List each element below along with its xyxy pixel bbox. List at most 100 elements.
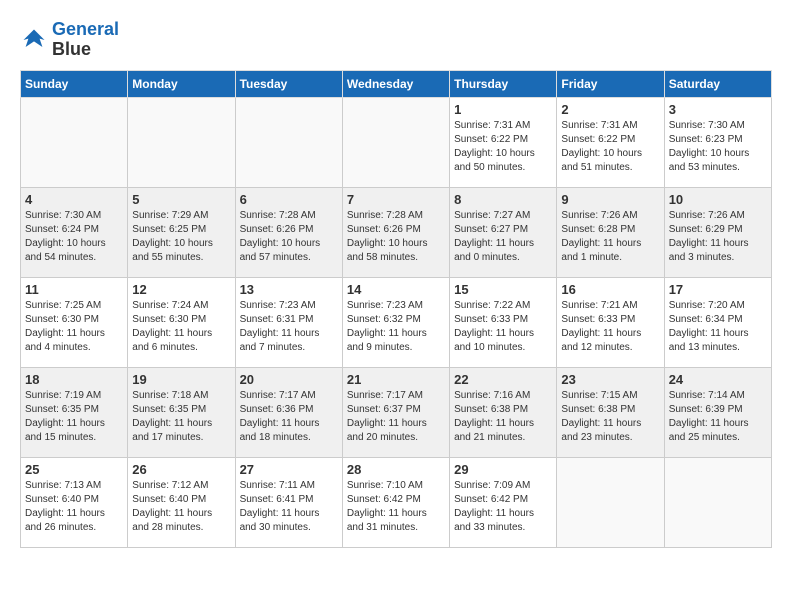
calendar-cell: 9 Sunrise: 7:26 AM Sunset: 6:28 PM Daylig… bbox=[557, 187, 664, 277]
calendar-week-row: 1Sunrise: 7:31 AM Sunset: 6:22 PM Daylig… bbox=[21, 97, 772, 187]
day-number: 11 bbox=[25, 282, 123, 297]
calendar-cell: 19 Sunrise: 7:18 AM Sunset: 6:35 PM Dayli… bbox=[128, 367, 235, 457]
calendar-cell: 8 Sunrise: 7:27 AM Sunset: 6:27 PM Daylig… bbox=[450, 187, 557, 277]
calendar-cell: 16Sunrise: 7:21 AM Sunset: 6:33 PM Dayli… bbox=[557, 277, 664, 367]
day-info: Sunrise: 7:29 AM Sunset: 6:25 PM Dayligh… bbox=[132, 209, 230, 265]
day-info: Sunrise: 7:21 AM Sunset: 6:33 PM Dayligh… bbox=[561, 299, 659, 355]
day-info: Sunrise: 7:11 AM Sunset: 6:41 PM Dayligh… bbox=[240, 479, 338, 535]
calendar-header-sunday: Sunday bbox=[21, 70, 128, 97]
day-info: Sunrise: 7:16 AM Sunset: 6:38 PM Dayligh… bbox=[454, 389, 552, 445]
calendar-cell: 20 Sunrise: 7:17 AM Sunset: 6:36 PM Dayli… bbox=[235, 367, 342, 457]
calendar-cell: 26 Sunrise: 7:12 AM Sunset: 6:40 PM Dayli… bbox=[128, 457, 235, 547]
day-info: Sunrise: 7:23 AM Sunset: 6:31 PM Dayligh… bbox=[240, 299, 338, 355]
calendar-cell: 3 Sunrise: 7:30 AM Sunset: 6:23 PM Daylig… bbox=[664, 97, 771, 187]
day-info: Sunrise: 7:17 AM Sunset: 6:37 PM Dayligh… bbox=[347, 389, 445, 445]
day-info: Sunrise: 7:30 AM Sunset: 6:23 PM Dayligh… bbox=[669, 119, 767, 175]
day-number: 27 bbox=[240, 462, 338, 477]
day-number: 29 bbox=[454, 462, 552, 477]
calendar-cell: 25 Sunrise: 7:13 AM Sunset: 6:40 PM Dayli… bbox=[21, 457, 128, 547]
calendar-cell bbox=[21, 97, 128, 187]
day-info: Sunrise: 7:27 AM Sunset: 6:27 PM Dayligh… bbox=[454, 209, 552, 265]
day-number: 26 bbox=[132, 462, 230, 477]
calendar-cell: 18Sunrise: 7:19 AM Sunset: 6:35 PM Dayli… bbox=[21, 367, 128, 457]
logo-icon bbox=[20, 26, 48, 54]
day-info: Sunrise: 7:17 AM Sunset: 6:36 PM Dayligh… bbox=[240, 389, 338, 445]
day-number: 2 bbox=[561, 102, 659, 117]
calendar-cell: 5 Sunrise: 7:29 AM Sunset: 6:25 PM Daylig… bbox=[128, 187, 235, 277]
calendar-cell bbox=[342, 97, 449, 187]
calendar-header-monday: Monday bbox=[128, 70, 235, 97]
calendar-cell: 22 Sunrise: 7:16 AM Sunset: 6:38 PM Dayli… bbox=[450, 367, 557, 457]
day-number: 25 bbox=[25, 462, 123, 477]
calendar-cell: 2Sunrise: 7:31 AM Sunset: 6:22 PM Daylig… bbox=[557, 97, 664, 187]
day-info: Sunrise: 7:31 AM Sunset: 6:22 PM Dayligh… bbox=[454, 119, 552, 175]
calendar-cell: 13 Sunrise: 7:23 AM Sunset: 6:31 PM Dayli… bbox=[235, 277, 342, 367]
day-info: Sunrise: 7:26 AM Sunset: 6:28 PM Dayligh… bbox=[561, 209, 659, 265]
logo-text: GeneralBlue bbox=[52, 20, 119, 60]
day-number: 23 bbox=[561, 372, 659, 387]
calendar-header-tuesday: Tuesday bbox=[235, 70, 342, 97]
day-info: Sunrise: 7:09 AM Sunset: 6:42 PM Dayligh… bbox=[454, 479, 552, 535]
day-info: Sunrise: 7:15 AM Sunset: 6:38 PM Dayligh… bbox=[561, 389, 659, 445]
calendar-header-saturday: Saturday bbox=[664, 70, 771, 97]
day-number: 19 bbox=[132, 372, 230, 387]
day-number: 20 bbox=[240, 372, 338, 387]
calendar-week-row: 11 Sunrise: 7:25 AM Sunset: 6:30 PM Dayli… bbox=[21, 277, 772, 367]
calendar-cell: 6 Sunrise: 7:28 AM Sunset: 6:26 PM Daylig… bbox=[235, 187, 342, 277]
day-info: Sunrise: 7:28 AM Sunset: 6:26 PM Dayligh… bbox=[347, 209, 445, 265]
calendar-cell bbox=[235, 97, 342, 187]
day-number: 10 bbox=[669, 192, 767, 207]
day-number: 21 bbox=[347, 372, 445, 387]
calendar-cell bbox=[557, 457, 664, 547]
calendar-cell: 28Sunrise: 7:10 AM Sunset: 6:42 PM Dayli… bbox=[342, 457, 449, 547]
calendar-cell: 24 Sunrise: 7:14 AM Sunset: 6:39 PM Dayli… bbox=[664, 367, 771, 457]
calendar-cell: 7 Sunrise: 7:28 AM Sunset: 6:26 PM Daylig… bbox=[342, 187, 449, 277]
day-number: 9 bbox=[561, 192, 659, 207]
calendar-cell: 1Sunrise: 7:31 AM Sunset: 6:22 PM Daylig… bbox=[450, 97, 557, 187]
calendar-week-row: 4 Sunrise: 7:30 AM Sunset: 6:24 PM Daylig… bbox=[21, 187, 772, 277]
day-info: Sunrise: 7:30 AM Sunset: 6:24 PM Dayligh… bbox=[25, 209, 123, 265]
day-number: 5 bbox=[132, 192, 230, 207]
calendar-header-row: SundayMondayTuesdayWednesdayThursdayFrid… bbox=[21, 70, 772, 97]
day-number: 7 bbox=[347, 192, 445, 207]
day-info: Sunrise: 7:23 AM Sunset: 6:32 PM Dayligh… bbox=[347, 299, 445, 355]
day-info: Sunrise: 7:13 AM Sunset: 6:40 PM Dayligh… bbox=[25, 479, 123, 535]
day-info: Sunrise: 7:10 AM Sunset: 6:42 PM Dayligh… bbox=[347, 479, 445, 535]
day-number: 15 bbox=[454, 282, 552, 297]
calendar-cell bbox=[128, 97, 235, 187]
calendar-week-row: 25 Sunrise: 7:13 AM Sunset: 6:40 PM Dayli… bbox=[21, 457, 772, 547]
day-info: Sunrise: 7:19 AM Sunset: 6:35 PM Dayligh… bbox=[25, 389, 123, 445]
calendar-header-wednesday: Wednesday bbox=[342, 70, 449, 97]
calendar-table: SundayMondayTuesdayWednesdayThursdayFrid… bbox=[20, 70, 772, 548]
calendar-cell: 10 Sunrise: 7:26 AM Sunset: 6:29 PM Dayli… bbox=[664, 187, 771, 277]
day-number: 13 bbox=[240, 282, 338, 297]
calendar-header-friday: Friday bbox=[557, 70, 664, 97]
calendar-cell: 14 Sunrise: 7:23 AM Sunset: 6:32 PM Dayli… bbox=[342, 277, 449, 367]
day-info: Sunrise: 7:25 AM Sunset: 6:30 PM Dayligh… bbox=[25, 299, 123, 355]
day-info: Sunrise: 7:18 AM Sunset: 6:35 PM Dayligh… bbox=[132, 389, 230, 445]
calendar-week-row: 18Sunrise: 7:19 AM Sunset: 6:35 PM Dayli… bbox=[21, 367, 772, 457]
calendar-cell: 11 Sunrise: 7:25 AM Sunset: 6:30 PM Dayli… bbox=[21, 277, 128, 367]
logo: GeneralBlue bbox=[20, 20, 119, 60]
day-info: Sunrise: 7:20 AM Sunset: 6:34 PM Dayligh… bbox=[669, 299, 767, 355]
calendar-cell bbox=[664, 457, 771, 547]
calendar-cell: 4 Sunrise: 7:30 AM Sunset: 6:24 PM Daylig… bbox=[21, 187, 128, 277]
day-number: 14 bbox=[347, 282, 445, 297]
day-info: Sunrise: 7:14 AM Sunset: 6:39 PM Dayligh… bbox=[669, 389, 767, 445]
calendar-cell: 27 Sunrise: 7:11 AM Sunset: 6:41 PM Dayli… bbox=[235, 457, 342, 547]
day-number: 22 bbox=[454, 372, 552, 387]
calendar-cell: 23 Sunrise: 7:15 AM Sunset: 6:38 PM Dayli… bbox=[557, 367, 664, 457]
calendar-cell: 12Sunrise: 7:24 AM Sunset: 6:30 PM Dayli… bbox=[128, 277, 235, 367]
day-number: 3 bbox=[669, 102, 767, 117]
day-info: Sunrise: 7:28 AM Sunset: 6:26 PM Dayligh… bbox=[240, 209, 338, 265]
day-info: Sunrise: 7:12 AM Sunset: 6:40 PM Dayligh… bbox=[132, 479, 230, 535]
day-number: 12 bbox=[132, 282, 230, 297]
calendar-cell: 21 Sunrise: 7:17 AM Sunset: 6:37 PM Dayli… bbox=[342, 367, 449, 457]
calendar-cell: 17Sunrise: 7:20 AM Sunset: 6:34 PM Dayli… bbox=[664, 277, 771, 367]
day-number: 24 bbox=[669, 372, 767, 387]
day-info: Sunrise: 7:26 AM Sunset: 6:29 PM Dayligh… bbox=[669, 209, 767, 265]
day-number: 6 bbox=[240, 192, 338, 207]
calendar-cell: 15Sunrise: 7:22 AM Sunset: 6:33 PM Dayli… bbox=[450, 277, 557, 367]
day-number: 4 bbox=[25, 192, 123, 207]
day-number: 8 bbox=[454, 192, 552, 207]
